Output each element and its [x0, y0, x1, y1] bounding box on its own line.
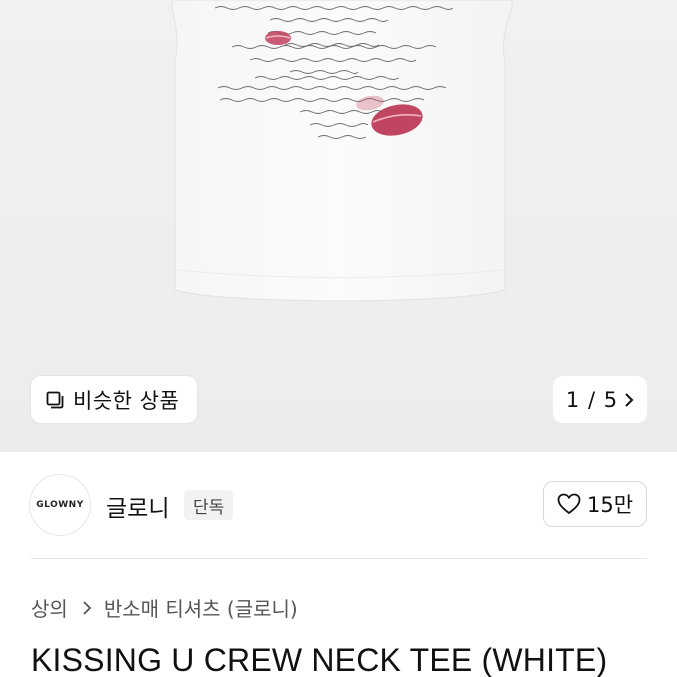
breadcrumb-category[interactable]: 상의 [31, 593, 68, 622]
chevron-right-icon [83, 600, 92, 615]
product-image-carousel[interactable]: 비슷한 상품 1 / 5 [0, 0, 677, 452]
lip-print-small [265, 31, 291, 45]
brand-logo-text: GLOWNY [36, 500, 84, 510]
exclusive-badge: 단독 [184, 490, 234, 520]
divider [31, 558, 647, 559]
product-title: KISSING U CREW NECK TEE (WHITE) [31, 642, 608, 677]
similar-items-icon [46, 391, 64, 408]
similar-items-label: 비슷한 상품 [73, 388, 180, 413]
like-button[interactable]: 15만 [543, 481, 647, 527]
breadcrumb-subcategory[interactable]: 반소매 티셔츠 (글로니) [104, 593, 298, 622]
image-pager[interactable]: 1 / 5 [553, 376, 647, 423]
like-count: 15만 [586, 493, 634, 517]
chevron-right-icon [625, 392, 634, 407]
breadcrumb: 상의 반소매 티셔츠 (글로니) [31, 593, 298, 622]
image-pager-text: 1 / 5 [565, 387, 619, 412]
heart-icon [557, 493, 581, 515]
similar-items-button[interactable]: 비슷한 상품 [31, 376, 197, 423]
brand-logo[interactable]: GLOWNY [29, 474, 91, 536]
brand-name[interactable]: 글로니 [106, 489, 169, 523]
